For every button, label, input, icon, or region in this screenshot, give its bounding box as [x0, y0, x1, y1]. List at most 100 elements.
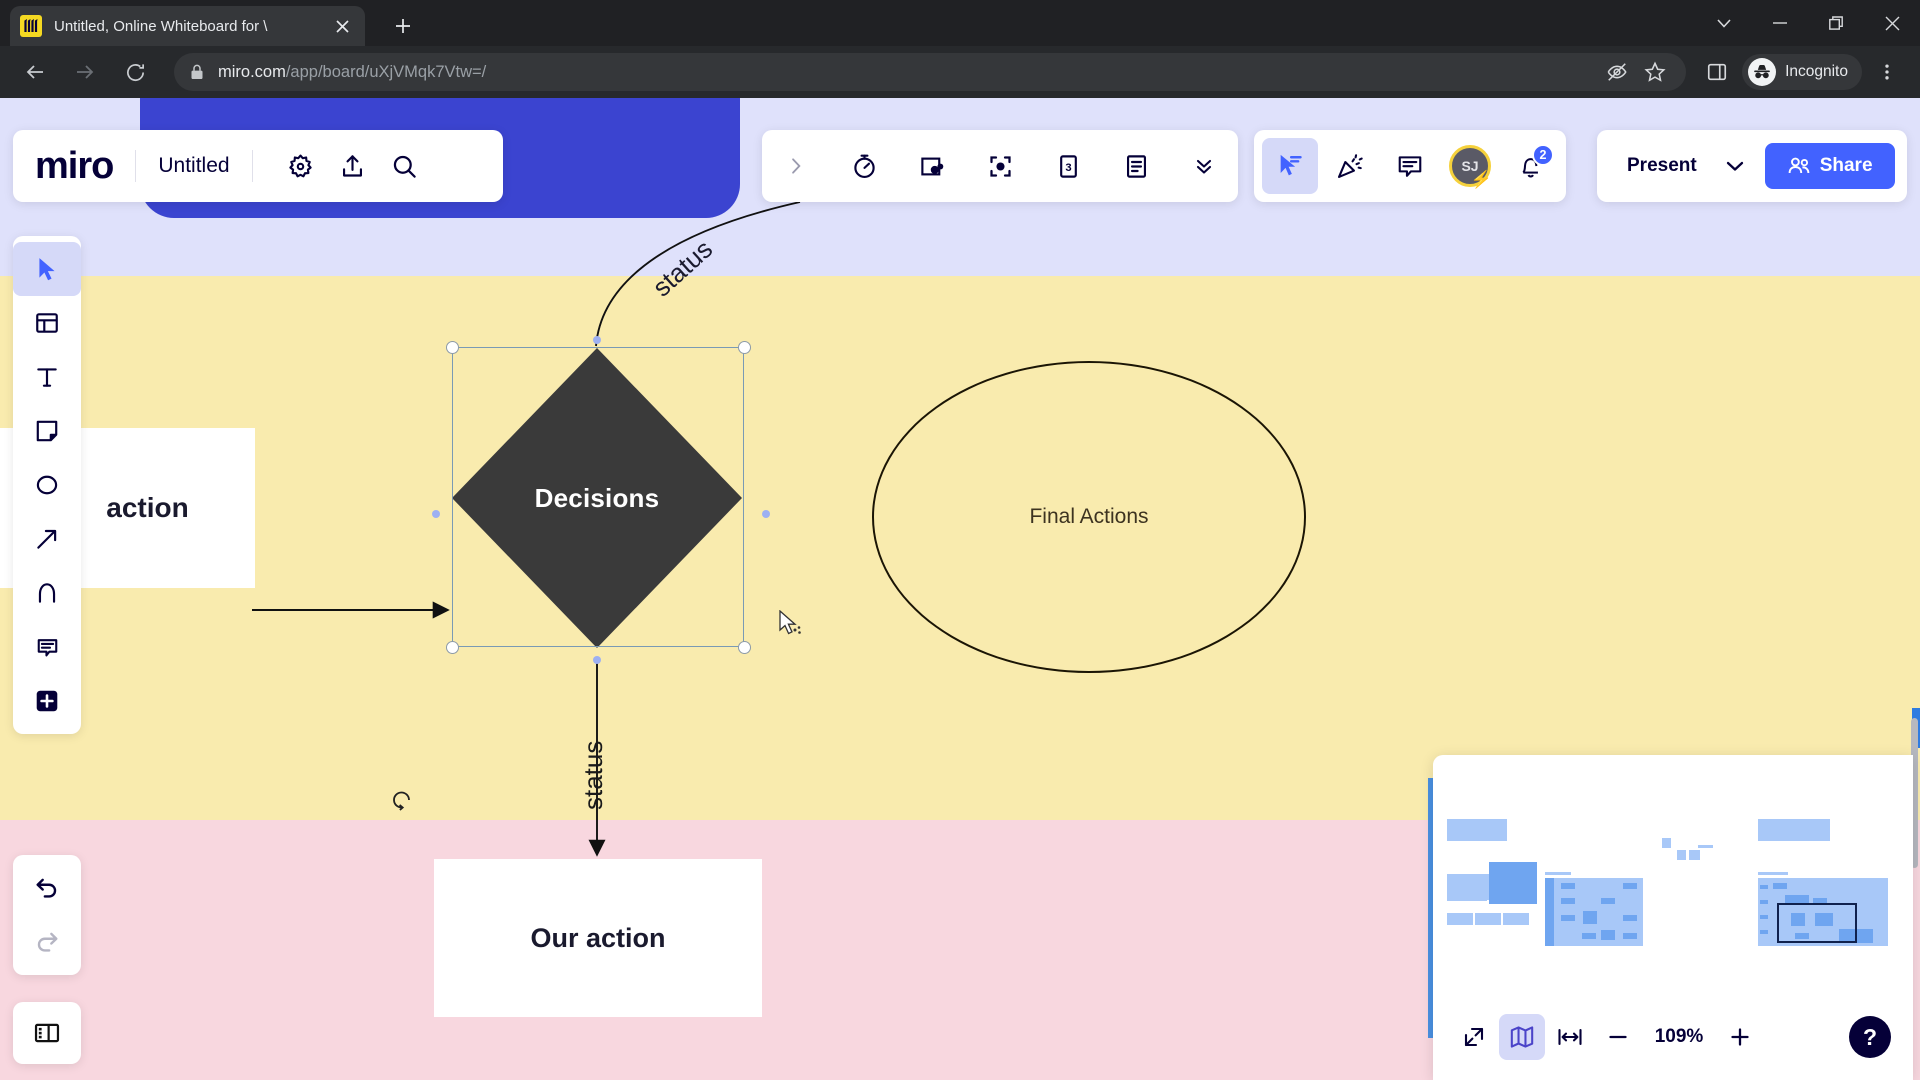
- zoom-in-button[interactable]: [1717, 1014, 1763, 1060]
- maximize-restore-icon[interactable]: [1808, 0, 1864, 46]
- templates-tool[interactable]: [13, 296, 81, 350]
- fit-to-screen-icon[interactable]: [1451, 1014, 1497, 1060]
- undo-button[interactable]: [13, 861, 81, 915]
- back-button[interactable]: [14, 51, 56, 93]
- incognito-icon: [1748, 58, 1777, 86]
- close-tab-icon[interactable]: [329, 13, 355, 39]
- rotate-handle-icon[interactable]: [390, 788, 414, 817]
- more-apps-tool[interactable]: [13, 674, 81, 728]
- connector-dot-left[interactable]: [432, 510, 440, 518]
- settings-gear-icon[interactable]: [275, 140, 327, 192]
- tab-search-chevron-down-icon[interactable]: [1696, 0, 1752, 46]
- reactions-party-popper-icon[interactable]: [1322, 138, 1378, 194]
- reload-button[interactable]: [114, 51, 156, 93]
- our-action-shape[interactable]: Our action: [434, 859, 762, 1017]
- new-tab-button[interactable]: [385, 9, 421, 43]
- incognito-profile-chip[interactable]: Incognito: [1742, 54, 1862, 90]
- shapes-tool[interactable]: [13, 458, 81, 512]
- resize-handle-tr[interactable]: [738, 341, 751, 354]
- search-icon[interactable]: [379, 140, 431, 192]
- url-domain: miro.com: [218, 62, 286, 81]
- close-window-icon[interactable]: [1864, 0, 1920, 46]
- miro-logo[interactable]: miro: [35, 145, 114, 188]
- resize-handle-tl[interactable]: [446, 341, 459, 354]
- minimap-controls: 109%: [1433, 1006, 1913, 1068]
- help-button[interactable]: ?: [1849, 1016, 1891, 1058]
- bookmark-star-icon[interactable]: [1640, 57, 1670, 87]
- comments-icon[interactable]: [1382, 138, 1438, 194]
- zoom-level-label: 109%: [1654, 1026, 1704, 1047]
- url-path: /app/board/uXjVMqk7Vtw=/: [285, 62, 487, 81]
- avatar-bolt-icon: ⚡: [1470, 170, 1492, 189]
- minimap-toggle-icon[interactable]: [1499, 1014, 1545, 1060]
- minimize-icon[interactable]: [1752, 0, 1808, 46]
- forward-button[interactable]: [64, 51, 106, 93]
- window-controls: [1696, 0, 1920, 46]
- browser-tab[interactable]: Untitled, Online Whiteboard for \: [10, 6, 365, 46]
- connector-dot-top[interactable]: [593, 336, 601, 344]
- present-button[interactable]: Present: [1609, 155, 1715, 177]
- connector-dot-bottom[interactable]: [593, 656, 601, 664]
- notes-icon[interactable]: [1110, 140, 1162, 192]
- three-dot-menu-icon[interactable]: [1866, 51, 1908, 93]
- our-action-text: Our action: [530, 922, 666, 953]
- timer-icon[interactable]: [838, 140, 890, 192]
- cards-icon[interactable]: 3: [1042, 140, 1094, 192]
- select-tool[interactable]: [13, 242, 81, 296]
- address-bar[interactable]: miro.com/app/board/uXjVMqk7Vtw=/: [174, 53, 1687, 91]
- screen: Untitled, Online Whiteboard for \ miro.c…: [0, 0, 1920, 1080]
- address-bar-url: miro.com/app/board/uXjVMqk7Vtw=/: [218, 63, 486, 82]
- comment-tool[interactable]: [13, 620, 81, 674]
- minimap-panel: 109% ?: [1433, 755, 1913, 1080]
- board-title[interactable]: Untitled: [158, 154, 229, 178]
- focus-mode-icon[interactable]: [974, 140, 1026, 192]
- miro-favicon-icon: [20, 15, 42, 37]
- browser-tab-title: Untitled, Online Whiteboard for \: [54, 17, 268, 35]
- resize-handle-bl[interactable]: [446, 641, 459, 654]
- voting-icon[interactable]: [906, 140, 958, 192]
- header-divider-1: [135, 150, 137, 182]
- text-tool[interactable]: [13, 350, 81, 404]
- browser-tabstrip: Untitled, Online Whiteboard for \: [0, 0, 1920, 46]
- miro-board-header: miro Untitled: [13, 130, 503, 202]
- header-divider-2: [251, 150, 253, 182]
- connector-bottom-label: status: [578, 740, 608, 810]
- collapse-toolbar-double-chevron-down-icon[interactable]: [1178, 140, 1230, 192]
- svg-text:3: 3: [1065, 162, 1071, 174]
- eye-slash-icon[interactable]: [1602, 57, 1632, 87]
- final-actions-ellipse[interactable]: Final Actions: [872, 361, 1306, 673]
- minimap-viewport: [1777, 903, 1857, 943]
- connector-arrow-tool[interactable]: [13, 512, 81, 566]
- pen-tool[interactable]: [13, 566, 81, 620]
- user-avatar[interactable]: SJ ⚡: [1442, 138, 1498, 194]
- fit-width-icon[interactable]: [1547, 1014, 1593, 1060]
- browser-toolbar: miro.com/app/board/uXjVMqk7Vtw=/ Incogni…: [0, 46, 1920, 98]
- notifications-badge: 2: [1532, 144, 1554, 166]
- sticky-note-tool[interactable]: [13, 404, 81, 458]
- zoom-out-button[interactable]: [1595, 1014, 1641, 1060]
- incognito-label: Incognito: [1785, 63, 1848, 80]
- present-chevron-down-icon[interactable]: [1715, 144, 1755, 188]
- omnibox-actions: [1602, 57, 1670, 87]
- share-button[interactable]: Share: [1764, 143, 1895, 189]
- miro-present-share-group: Present Share: [1597, 130, 1907, 202]
- selection-box: [452, 347, 744, 647]
- export-upload-icon[interactable]: [327, 140, 379, 192]
- final-actions-text: Final Actions: [1029, 505, 1149, 528]
- expand-toolbar-chevron-right-icon[interactable]: [770, 140, 822, 192]
- minimap-canvas[interactable]: [1433, 755, 1913, 1005]
- notifications-bell-icon[interactable]: 2: [1502, 138, 1558, 194]
- connector-dot-right[interactable]: [762, 510, 770, 518]
- share-button-label: Share: [1819, 155, 1873, 176]
- miro-collaboration-toolbar: SJ ⚡ 2: [1254, 130, 1566, 202]
- redo-button[interactable]: [13, 915, 81, 969]
- panel-toggle-button[interactable]: [13, 1002, 81, 1064]
- resize-handle-br[interactable]: [738, 641, 751, 654]
- miro-left-toolbar: [13, 236, 81, 734]
- miro-history-toolbar: [13, 855, 81, 975]
- side-panel-icon[interactable]: [1696, 51, 1738, 93]
- miro-center-toolbar: 3: [762, 130, 1238, 202]
- cursor-chat-icon[interactable]: [1262, 138, 1318, 194]
- panel-icon: [34, 1023, 60, 1043]
- mouse-pointer-icon: [778, 609, 804, 643]
